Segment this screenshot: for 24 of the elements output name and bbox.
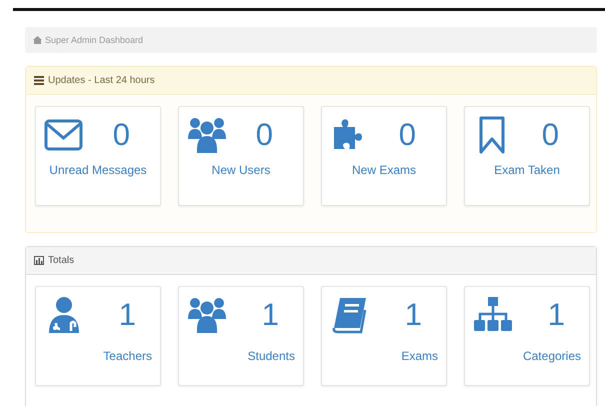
users-icon xyxy=(187,115,227,155)
stat-label: Exam Taken xyxy=(493,163,561,177)
stat-count: 0 xyxy=(112,117,130,153)
stat-count: 1 xyxy=(548,297,565,333)
stat-count: 1 xyxy=(118,297,136,333)
list-icon xyxy=(34,76,44,85)
users-icon xyxy=(187,295,227,335)
stat-count: 0 xyxy=(542,117,559,153)
stat-label: Categories xyxy=(522,349,581,363)
stat-label: Exams xyxy=(400,349,438,363)
stat-count: 1 xyxy=(404,297,422,333)
stat-label: Unread Messages xyxy=(48,163,148,177)
breadcrumb-title: Super Admin Dashboard xyxy=(45,35,144,45)
stat-label: New Users xyxy=(210,163,272,177)
home-icon xyxy=(33,36,42,44)
stat-count: 1 xyxy=(262,297,279,333)
panel-title: Updates - Last 24 hours xyxy=(48,75,155,86)
stat-label: Teachers xyxy=(102,349,152,363)
stat-count: 0 xyxy=(398,117,416,153)
stat-label: New Exams xyxy=(350,163,417,177)
stat-count: 0 xyxy=(256,117,273,153)
stat-label: Students xyxy=(246,349,295,363)
panel-title: Totals xyxy=(48,255,74,266)
chart-icon xyxy=(34,256,44,265)
